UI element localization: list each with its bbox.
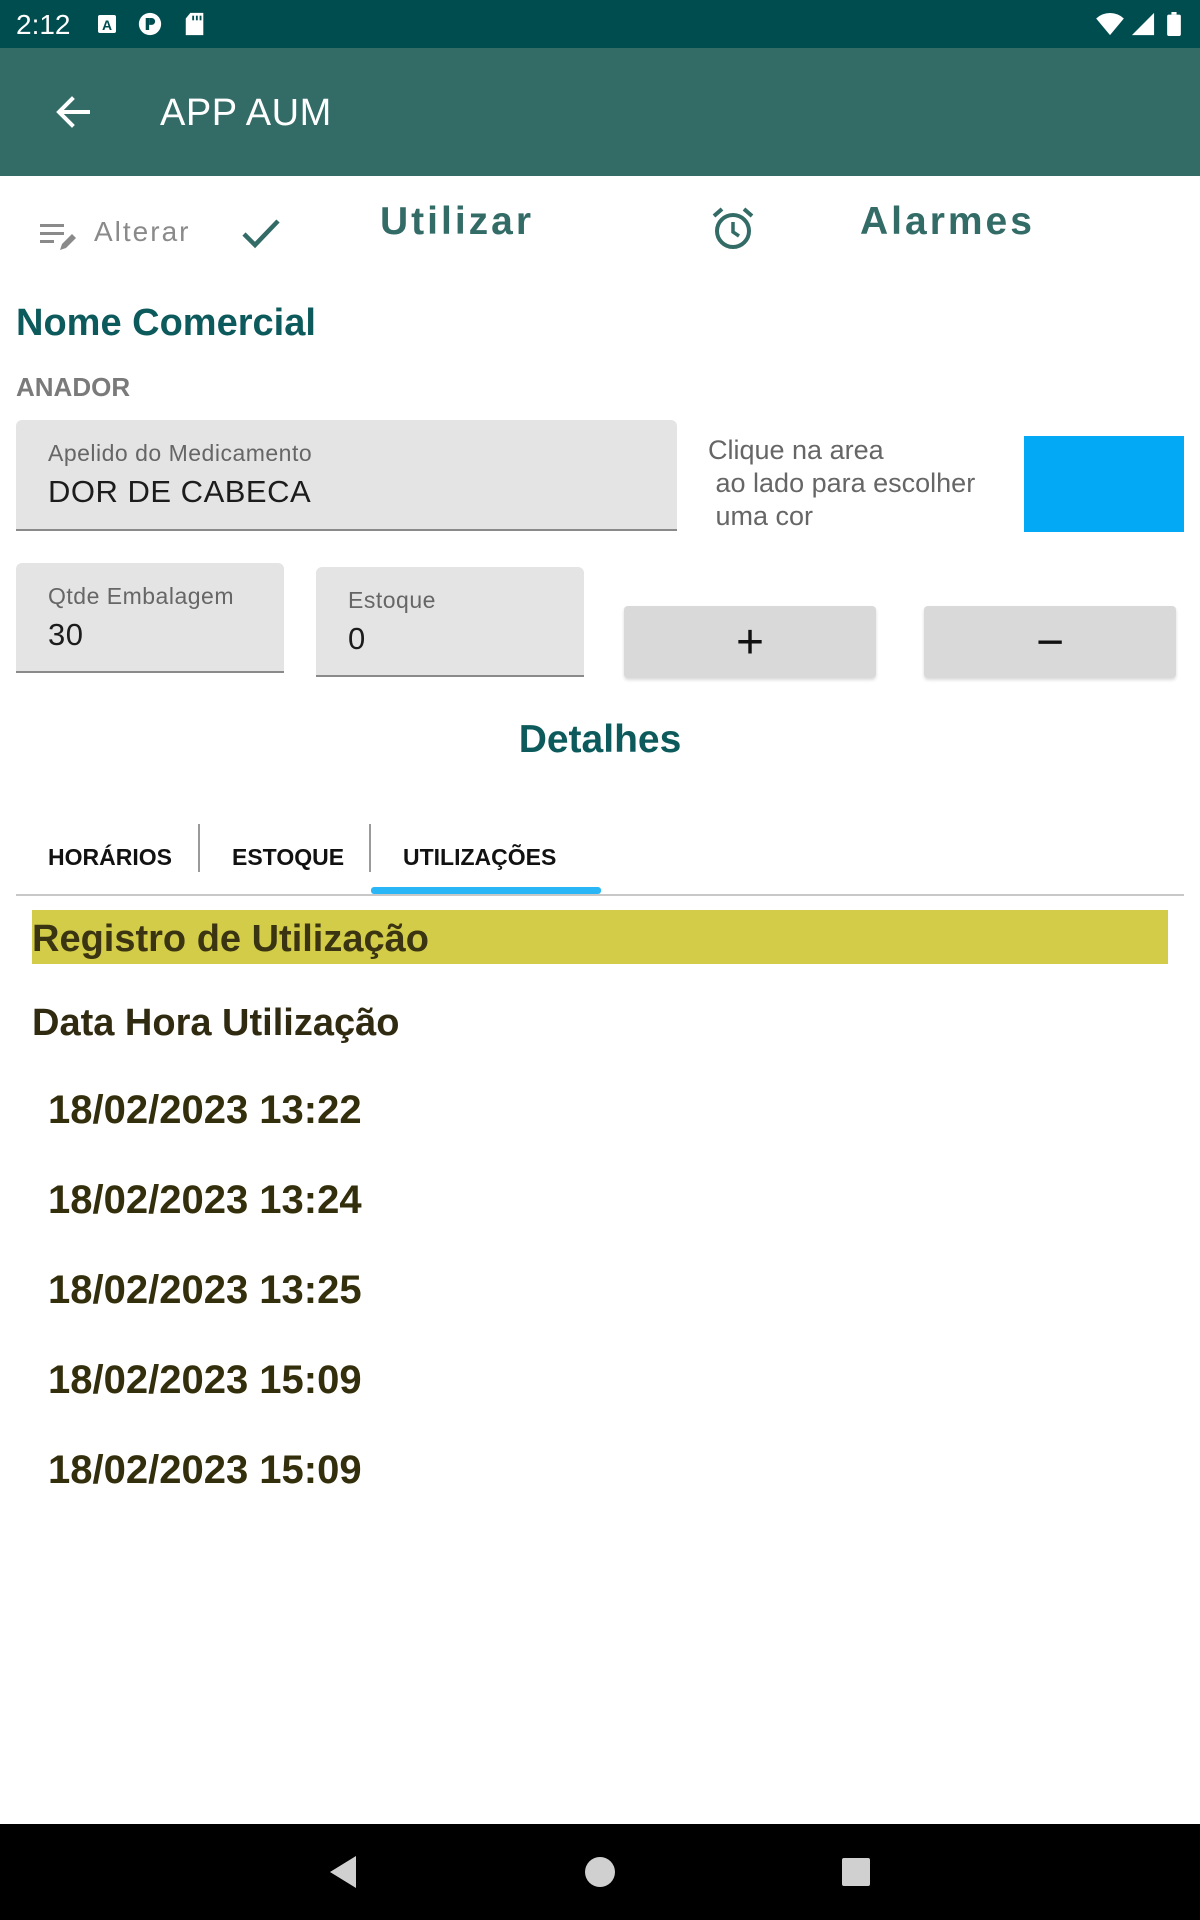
status-time: 2:12 [16,9,71,40]
tab-estoque[interactable]: ESTOQUE [232,820,344,894]
decrement-stock-button[interactable]: − [924,606,1176,678]
package-qty-label: Qtde Embalagem [48,583,234,609]
recents-square-icon[interactable] [836,1852,876,1892]
svg-text:A: A [102,17,112,33]
usage-row: 18/02/2023 13:22 [48,1088,362,1132]
tab-utilizacoes[interactable]: UTILIZAÇÕES [403,820,556,894]
usage-register-banner: Registro de Utilização [32,910,1168,964]
alarmes-button[interactable]: Alarmes [860,200,1080,260]
usage-row: 18/02/2023 13:25 [48,1268,362,1312]
check-icon[interactable] [236,208,286,258]
tab-horarios[interactable]: HORÁRIOS [48,820,172,894]
app-title: APP AUM [160,92,332,134]
alarmes-label: Alarmes [860,200,1035,243]
details-heading: Detalhes [518,718,682,761]
usage-row: 18/02/2023 15:09 [48,1448,362,1492]
sd-card-icon [185,12,204,36]
color-picker-area[interactable] [1024,436,1184,532]
tab-selected-indicator [371,887,601,894]
minus-icon: − [1035,615,1065,669]
nickname-label: Apelido do Medicamento [48,440,313,466]
usage-register-title: Registro de Utilização [32,918,429,960]
alterar-label: Alterar [94,216,191,247]
a-notification-icon: A [98,15,116,33]
p-notification-icon [138,12,162,36]
increment-stock-button[interactable]: + [624,606,876,678]
status-bar: 2:12 A [0,0,1200,48]
utilizar-button[interactable]: Utilizar [380,200,580,260]
plus-icon: + [735,615,765,669]
tab-divider [369,824,371,872]
nickname-field[interactable]: Apelido do Medicamento DOR DE CABECA [16,420,677,531]
wifi-icon [1096,13,1124,36]
alterar-button[interactable]: Alterar [38,210,198,260]
system-nav-bar [0,1824,1200,1920]
stock-field[interactable]: Estoque 0 [316,567,584,677]
utilizar-label: Utilizar [380,200,535,243]
package-qty-field[interactable]: Qtde Embalagem 30 [16,563,284,673]
arrow-back-icon[interactable] [48,86,100,138]
color-hint-text: Clique na area ao lado para escolher uma… [708,435,976,531]
details-tab-bar: HORÁRIOS ESTOQUE UTILIZAÇÕES [16,820,1184,896]
commercial-name: ANADOR [16,372,131,402]
stock-value: 0 [348,621,366,656]
signal-icon [1131,12,1155,36]
nickname-value: DOR DE CABECA [48,474,312,509]
stock-label: Estoque [348,587,436,613]
usage-row: 18/02/2023 15:09 [48,1358,362,1402]
usage-column-header: Data Hora Utilização [32,1002,400,1044]
nome-comercial-heading: Nome Comercial [16,302,316,344]
edit-list-icon [40,224,76,250]
app-bar: APP AUM [0,48,1200,176]
battery-icon [1167,12,1181,36]
alarm-clock-icon[interactable] [708,204,758,254]
package-qty-value: 30 [48,617,84,652]
home-circle-icon[interactable] [580,1852,620,1892]
tab-divider [198,824,200,872]
back-triangle-icon[interactable] [324,1852,364,1892]
usage-row: 18/02/2023 13:24 [48,1178,362,1222]
